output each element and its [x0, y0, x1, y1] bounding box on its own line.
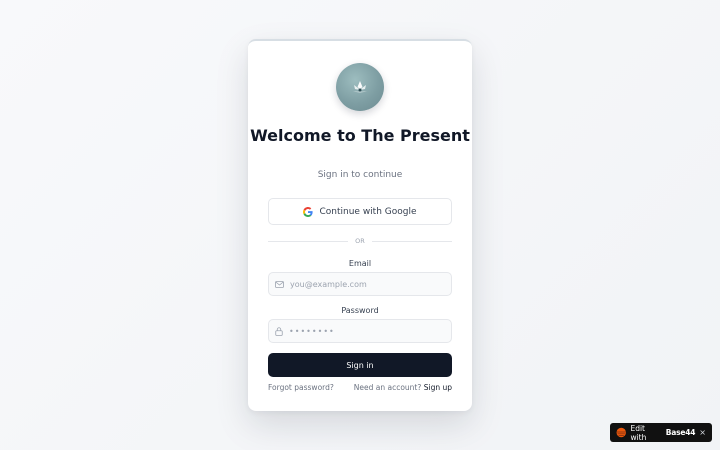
footer-links: Forgot password? Need an account? Sign u…	[268, 383, 452, 392]
edit-with-text: Edit with	[630, 423, 647, 442]
need-account-text: Need an account?	[353, 383, 422, 392]
login-card: Welcome to The Present Sign in to contin…	[248, 39, 472, 411]
lotus-icon	[353, 81, 367, 93]
continue-with-google-button[interactable]: Continue with Google	[268, 198, 452, 225]
page-subtitle: Sign in to continue	[317, 170, 403, 180]
password-label: Password	[341, 306, 379, 315]
sign-up-link[interactable]: Sign up	[424, 383, 452, 392]
base44-brand-text: Base44	[665, 428, 696, 437]
email-label: Email	[348, 259, 372, 268]
or-divider: OR	[268, 237, 452, 246]
edit-with-base44-badge[interactable]: Edit with Base44 ×	[610, 423, 712, 442]
sign-in-button[interactable]: Sign in	[268, 353, 452, 377]
lock-icon	[275, 326, 283, 336]
close-icon[interactable]: ×	[699, 428, 706, 437]
email-input[interactable]	[290, 279, 440, 289]
email-field[interactable]	[268, 272, 452, 296]
forgot-password-link[interactable]: Forgot password?	[268, 383, 334, 392]
page-title: Welcome to The Present	[250, 126, 470, 145]
google-icon	[303, 206, 314, 217]
mail-icon	[275, 280, 284, 288]
password-field[interactable]	[268, 319, 452, 343]
divider-line-right	[372, 241, 452, 242]
password-input[interactable]	[289, 326, 439, 336]
base44-logo-icon	[616, 427, 626, 438]
app-logo	[336, 63, 384, 111]
google-button-label: Continue with Google	[319, 206, 417, 217]
signup-prompt: Need an account? Sign up	[354, 383, 452, 392]
